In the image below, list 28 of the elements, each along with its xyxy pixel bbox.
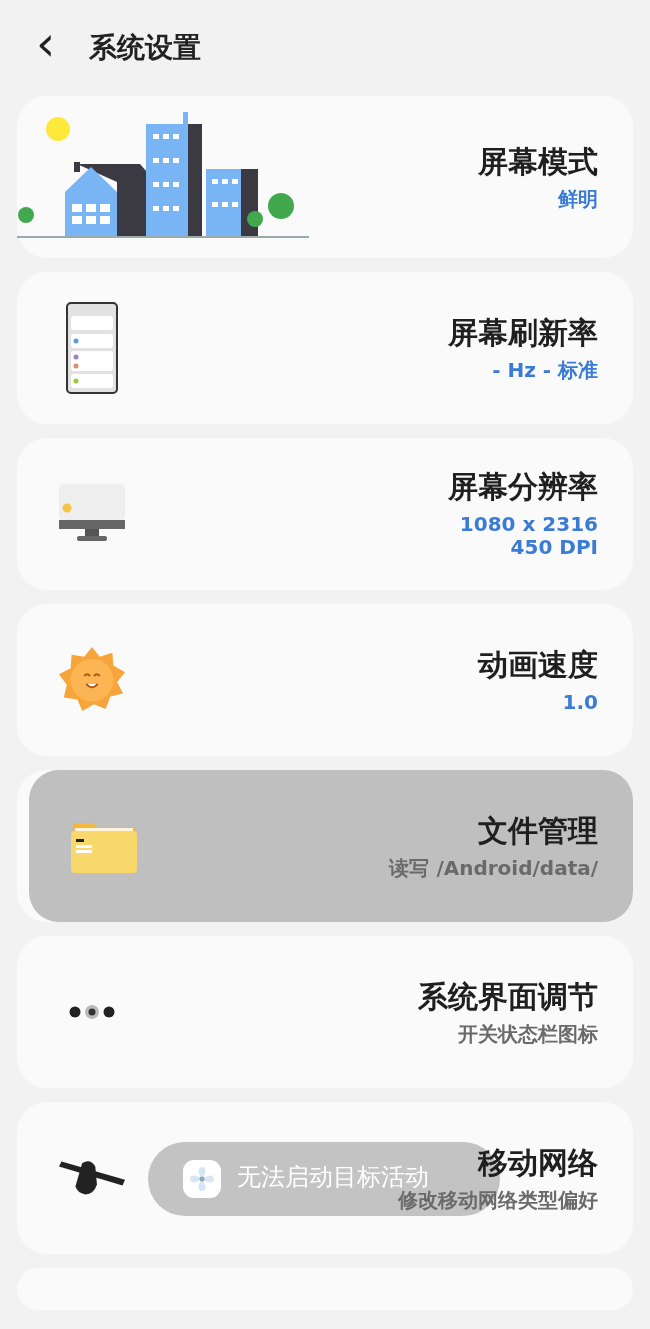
setting-card[interactable]: 系统界面调节 开关状态栏图标 <box>17 936 633 1088</box>
setting-card[interactable]: 屏幕刷新率 - Hz - 标准 <box>17 272 633 424</box>
setting-title: 屏幕刷新率 <box>448 314 598 351</box>
setting-description: 修改移动网络类型偏好 <box>398 1188 598 1212</box>
setting-description: 开关状态栏图标 <box>458 1022 598 1046</box>
page-title: 系统设置 <box>89 30 202 66</box>
setting-description: 读写 /Android/data/ <box>389 856 598 880</box>
setting-title: 屏幕分辨率 <box>448 469 598 505</box>
fan-icon <box>183 1160 221 1198</box>
setting-card[interactable]: 屏幕分辨率 1080 x 2316 450 DPI <box>17 438 633 590</box>
phone-icon <box>66 302 118 394</box>
back-button[interactable]: ‹ <box>32 19 60 67</box>
monitor-icon <box>59 484 125 544</box>
setting-title: 移动网络 <box>478 1144 598 1181</box>
more-dots-icon <box>68 1005 116 1019</box>
setting-title: 系统界面调节 <box>418 978 598 1015</box>
toast-message: 无法启动目标活动 <box>237 1165 429 1189</box>
sun-icon <box>59 646 125 714</box>
setting-value: - Hz - 标准 <box>492 358 598 382</box>
setting-card[interactable]: 屏幕模式 鲜明 <box>17 96 633 258</box>
setting-value: 鲜明 <box>558 187 598 211</box>
setting-card[interactable]: 动画速度 1.0 <box>17 604 633 756</box>
setting-title: 屏幕模式 <box>478 143 598 180</box>
setting-value: 1080 x 2316 450 DPI <box>459 513 598 559</box>
setting-card[interactable]: 文件管理 读写 /Android/data/ <box>29 770 633 922</box>
setting-title: 文件管理 <box>478 812 598 849</box>
setting-value: 1.0 <box>562 690 598 714</box>
setting-title: 动画速度 <box>478 646 598 683</box>
